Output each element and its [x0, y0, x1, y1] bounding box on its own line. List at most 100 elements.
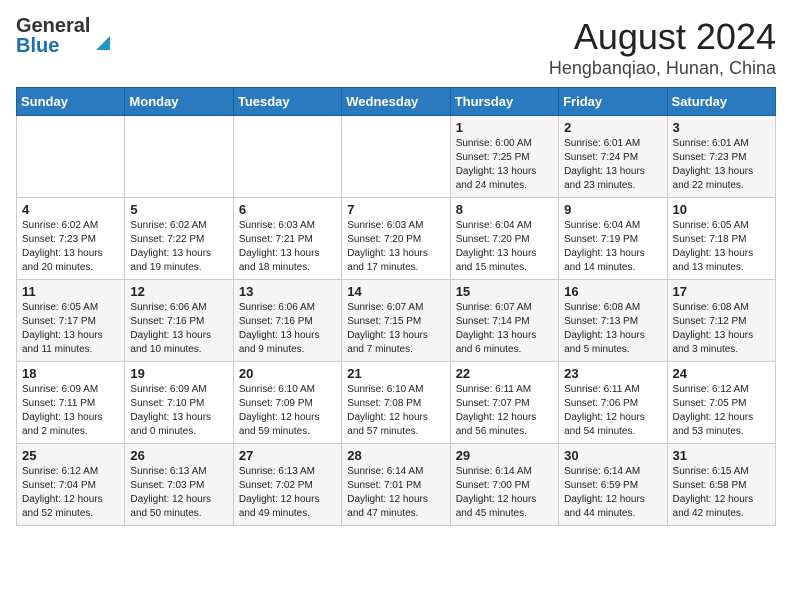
- cell-info: Sunrise: 6:07 AM Sunset: 7:15 PM Dayligh…: [347, 301, 444, 357]
- calendar-cell: 26 Sunrise: 6:13 AM Sunset: 7:03 PM Dayli…: [125, 444, 233, 526]
- calendar-week-5: 25Sunrise: 6:12 AM Sunset: 7:04 PM Dayli…: [17, 444, 776, 526]
- day-number: 23: [564, 366, 661, 381]
- cell-info: Sunrise: 6:05 AM Sunset: 7:17 PM Dayligh…: [22, 301, 119, 357]
- calendar-cell: 4Sunrise: 6:02 AM Sunset: 7:23 PM Daylig…: [17, 198, 125, 280]
- cell-info: Sunrise: 6:09 AM Sunset: 7:11 PM Dayligh…: [22, 383, 119, 439]
- day-number: 21: [347, 366, 444, 381]
- calendar-cell: [125, 116, 233, 198]
- calendar-cell: 13 Sunrise: 6:06 AM Sunset: 7:16 PM Dayli…: [233, 280, 341, 362]
- cell-info: Sunrise: 6:08 AM Sunset: 7:13 PM Dayligh…: [564, 301, 661, 357]
- day-header-monday: Monday: [125, 88, 233, 116]
- calendar-cell: 1Sunrise: 6:00 AM Sunset: 7:25 PM Daylig…: [450, 116, 558, 198]
- day-number: 9: [564, 202, 661, 217]
- calendar-cell: 14 Sunrise: 6:07 AM Sunset: 7:15 PM Dayli…: [342, 280, 450, 362]
- cell-info: Sunrise: 6:12 AM Sunset: 7:05 PM Dayligh…: [673, 383, 770, 439]
- calendar-cell: 17 Sunrise: 6:08 AM Sunset: 7:12 PM Dayli…: [667, 280, 775, 362]
- day-number: 7: [347, 202, 444, 217]
- day-header-friday: Friday: [559, 88, 667, 116]
- cell-info: Sunrise: 6:14 AM Sunset: 7:01 PM Dayligh…: [347, 465, 444, 521]
- calendar-cell: [342, 116, 450, 198]
- calendar-week-2: 4Sunrise: 6:02 AM Sunset: 7:23 PM Daylig…: [17, 198, 776, 280]
- day-number: 13: [239, 284, 336, 299]
- day-header-tuesday: Tuesday: [233, 88, 341, 116]
- calendar-cell: 2 Sunrise: 6:01 AM Sunset: 7:24 PM Daylig…: [559, 116, 667, 198]
- cell-info: Sunrise: 6:04 AM Sunset: 7:19 PM Dayligh…: [564, 219, 661, 275]
- calendar-header-row: SundayMondayTuesdayWednesdayThursdayFrid…: [17, 88, 776, 116]
- cell-info: Sunrise: 6:05 AM Sunset: 7:18 PM Dayligh…: [673, 219, 770, 275]
- cell-info: Sunrise: 6:07 AM Sunset: 7:14 PM Dayligh…: [456, 301, 553, 357]
- cell-info: Sunrise: 6:14 AM Sunset: 6:59 PM Dayligh…: [564, 465, 661, 521]
- calendar-cell: 22Sunrise: 6:11 AM Sunset: 7:07 PM Dayli…: [450, 362, 558, 444]
- calendar-cell: 25Sunrise: 6:12 AM Sunset: 7:04 PM Dayli…: [17, 444, 125, 526]
- calendar-week-3: 11Sunrise: 6:05 AM Sunset: 7:17 PM Dayli…: [17, 280, 776, 362]
- day-number: 28: [347, 448, 444, 463]
- day-number: 10: [673, 202, 770, 217]
- calendar-cell: 24 Sunrise: 6:12 AM Sunset: 7:05 PM Dayli…: [667, 362, 775, 444]
- calendar-week-1: 1Sunrise: 6:00 AM Sunset: 7:25 PM Daylig…: [17, 116, 776, 198]
- cell-info: Sunrise: 6:11 AM Sunset: 7:06 PM Dayligh…: [564, 383, 661, 439]
- cell-info: Sunrise: 6:08 AM Sunset: 7:12 PM Dayligh…: [673, 301, 770, 357]
- day-number: 6: [239, 202, 336, 217]
- calendar-cell: 23 Sunrise: 6:11 AM Sunset: 7:06 PM Dayli…: [559, 362, 667, 444]
- day-number: 20: [239, 366, 336, 381]
- cell-info: Sunrise: 6:06 AM Sunset: 7:16 PM Dayligh…: [239, 301, 336, 357]
- day-header-wednesday: Wednesday: [342, 88, 450, 116]
- calendar-cell: 5 Sunrise: 6:02 AM Sunset: 7:22 PM Daylig…: [125, 198, 233, 280]
- day-number: 26: [130, 448, 227, 463]
- calendar-cell: 18 Sunrise: 6:09 AM Sunset: 7:11 PM Dayli…: [17, 362, 125, 444]
- cell-info: Sunrise: 6:12 AM Sunset: 7:04 PM Dayligh…: [22, 465, 119, 521]
- cell-info: Sunrise: 6:09 AM Sunset: 7:10 PM Dayligh…: [130, 383, 227, 439]
- calendar-cell: 7 Sunrise: 6:03 AM Sunset: 7:20 PM Daylig…: [342, 198, 450, 280]
- cell-info: Sunrise: 6:01 AM Sunset: 7:24 PM Dayligh…: [564, 137, 661, 193]
- calendar-cell: 9 Sunrise: 6:04 AM Sunset: 7:19 PM Daylig…: [559, 198, 667, 280]
- cell-info: Sunrise: 6:01 AM Sunset: 7:23 PM Dayligh…: [673, 137, 770, 193]
- day-number: 24: [673, 366, 770, 381]
- calendar-cell: 27Sunrise: 6:13 AM Sunset: 7:02 PM Dayli…: [233, 444, 341, 526]
- calendar-cell: 16 Sunrise: 6:08 AM Sunset: 7:13 PM Dayli…: [559, 280, 667, 362]
- calendar-cell: 29 Sunrise: 6:14 AM Sunset: 7:00 PM Dayli…: [450, 444, 558, 526]
- cell-info: Sunrise: 6:14 AM Sunset: 7:00 PM Dayligh…: [456, 465, 553, 521]
- logo-text: GeneralBlue: [16, 16, 90, 56]
- calendar-title: August 2024: [549, 16, 776, 58]
- calendar-cell: [17, 116, 125, 198]
- day-header-thursday: Thursday: [450, 88, 558, 116]
- calendar-cell: 3Sunrise: 6:01 AM Sunset: 7:23 PM Daylig…: [667, 116, 775, 198]
- calendar-subtitle: Hengbanqiao, Hunan, China: [549, 58, 776, 79]
- calendar-cell: 28 Sunrise: 6:14 AM Sunset: 7:01 PM Dayli…: [342, 444, 450, 526]
- day-number: 17: [673, 284, 770, 299]
- cell-info: Sunrise: 6:03 AM Sunset: 7:20 PM Dayligh…: [347, 219, 444, 275]
- calendar-table: SundayMondayTuesdayWednesdayThursdayFrid…: [16, 87, 776, 526]
- day-number: 16: [564, 284, 661, 299]
- calendar-cell: 8Sunrise: 6:04 AM Sunset: 7:20 PM Daylig…: [450, 198, 558, 280]
- day-number: 14: [347, 284, 444, 299]
- page-header: GeneralBlue August 2024 Hengbanqiao, Hun…: [16, 16, 776, 79]
- day-number: 29: [456, 448, 553, 463]
- day-header-sunday: Sunday: [17, 88, 125, 116]
- cell-info: Sunrise: 6:03 AM Sunset: 7:21 PM Dayligh…: [239, 219, 336, 275]
- day-number: 2: [564, 120, 661, 135]
- day-header-saturday: Saturday: [667, 88, 775, 116]
- title-block: August 2024 Hengbanqiao, Hunan, China: [549, 16, 776, 79]
- cell-info: Sunrise: 6:15 AM Sunset: 6:58 PM Dayligh…: [673, 465, 770, 521]
- day-number: 31: [673, 448, 770, 463]
- calendar-cell: 21Sunrise: 6:10 AM Sunset: 7:08 PM Dayli…: [342, 362, 450, 444]
- cell-info: Sunrise: 6:13 AM Sunset: 7:03 PM Dayligh…: [130, 465, 227, 521]
- day-number: 30: [564, 448, 661, 463]
- cell-info: Sunrise: 6:10 AM Sunset: 7:09 PM Dayligh…: [239, 383, 336, 439]
- calendar-cell: 11Sunrise: 6:05 AM Sunset: 7:17 PM Dayli…: [17, 280, 125, 362]
- calendar-cell: 19 Sunrise: 6:09 AM Sunset: 7:10 PM Dayli…: [125, 362, 233, 444]
- cell-info: Sunrise: 6:11 AM Sunset: 7:07 PM Dayligh…: [456, 383, 553, 439]
- day-number: 5: [130, 202, 227, 217]
- cell-info: Sunrise: 6:00 AM Sunset: 7:25 PM Dayligh…: [456, 137, 553, 193]
- cell-info: Sunrise: 6:04 AM Sunset: 7:20 PM Dayligh…: [456, 219, 553, 275]
- logo: GeneralBlue: [16, 16, 114, 56]
- calendar-cell: 12Sunrise: 6:06 AM Sunset: 7:16 PM Dayli…: [125, 280, 233, 362]
- day-number: 18: [22, 366, 119, 381]
- calendar-cell: 31 Sunrise: 6:15 AM Sunset: 6:58 PM Dayli…: [667, 444, 775, 526]
- cell-info: Sunrise: 6:02 AM Sunset: 7:22 PM Dayligh…: [130, 219, 227, 275]
- calendar-cell: 10 Sunrise: 6:05 AM Sunset: 7:18 PM Dayli…: [667, 198, 775, 280]
- day-number: 19: [130, 366, 227, 381]
- cell-info: Sunrise: 6:13 AM Sunset: 7:02 PM Dayligh…: [239, 465, 336, 521]
- calendar-cell: 15Sunrise: 6:07 AM Sunset: 7:14 PM Dayli…: [450, 280, 558, 362]
- calendar-cell: 20 Sunrise: 6:10 AM Sunset: 7:09 PM Dayli…: [233, 362, 341, 444]
